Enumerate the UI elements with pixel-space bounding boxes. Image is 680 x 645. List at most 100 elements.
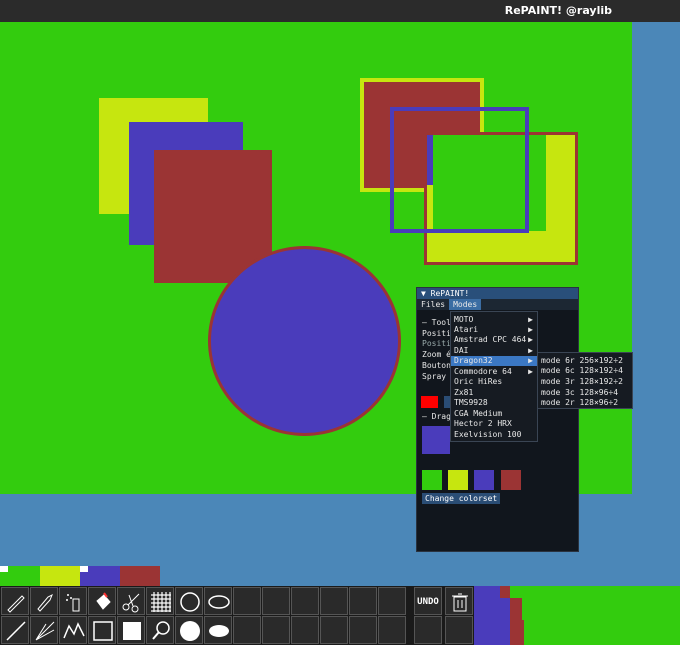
tool-empty-8[interactable] (262, 616, 290, 644)
ellipse-outline-icon (208, 595, 230, 609)
tool-rect-outline[interactable] (88, 616, 116, 644)
rectangle-outline-icon (93, 621, 113, 641)
submenu-arrow-icon: ▶ (528, 325, 533, 334)
tool-multiline[interactable] (30, 616, 58, 644)
tool-empty-5[interactable] (349, 587, 377, 615)
zoom-preview (474, 586, 680, 645)
tool-magnifier[interactable] (146, 616, 174, 644)
blue-circle (208, 246, 401, 436)
tool-empty-10[interactable] (320, 616, 348, 644)
window-title: RePAINT! @raylib (504, 4, 612, 17)
submode-6c[interactable]: mode 6c 128×192÷4 (541, 366, 623, 376)
panel-title-text: RePAINT! (430, 289, 470, 298)
panel-menubar: Files Modes (417, 299, 578, 310)
circle-filled-icon (180, 621, 200, 641)
selected-color-preview (422, 426, 450, 454)
circle-outline-icon (180, 592, 200, 612)
tool-brush[interactable] (30, 587, 58, 615)
tool-palette: UNDO (0, 586, 474, 645)
tool-ellipse-filled[interactable] (204, 616, 232, 644)
submenu-arrow-icon: ▶ (528, 367, 533, 376)
submenu-arrow-icon: ▶ (528, 335, 533, 344)
tool-empty-12[interactable] (378, 616, 406, 644)
mode-item-zx81[interactable]: Zx81 (451, 388, 537, 398)
mode-item-dai[interactable]: DAI ▶ (451, 346, 537, 356)
palette-strip-red[interactable] (120, 566, 160, 586)
brush-icon (37, 593, 53, 612)
mode-item-dragon32[interactable]: Dragon32 ▶ (451, 356, 537, 366)
bouton-line: Bouton (422, 361, 451, 370)
submode-3r[interactable]: mode 3r 128×192÷2 (541, 377, 623, 387)
tool-empty-11[interactable] (349, 616, 377, 644)
mode-item-oric[interactable]: Oric HiRes (451, 377, 537, 387)
mode-item-moto[interactable]: MOTO ▶ (451, 315, 537, 325)
tool-grid[interactable] (146, 587, 174, 615)
tool-ellipse-outline[interactable] (204, 587, 232, 615)
line-icon (6, 621, 26, 641)
zoom-line: Zoom é (422, 350, 451, 359)
blue-outline-square (390, 107, 529, 233)
grid-icon (151, 592, 171, 612)
tool-trash[interactable] (445, 587, 473, 615)
palette-yellow[interactable] (448, 470, 468, 490)
palette-selection-marker-2 (80, 566, 88, 572)
mode-item-cga[interactable]: CGA Medium (451, 409, 537, 419)
panel-title[interactable]: ▼ RePAINT! (417, 288, 578, 299)
tool-empty-13[interactable] (414, 616, 442, 644)
fill-bucket-icon (96, 592, 111, 610)
dragon32-submenu[interactable]: mode 6r 256×192÷2 mode 6c 128×192÷4 mode… (537, 352, 633, 409)
tool-empty-6[interactable] (378, 587, 406, 615)
tool-empty-1[interactable] (233, 587, 261, 615)
palette-red[interactable] (501, 470, 521, 490)
tool-empty-14[interactable] (445, 616, 473, 644)
section-drag: — Drag (422, 412, 451, 421)
change-colorset-button[interactable]: Change colorset (422, 493, 501, 504)
submenu-arrow-icon: ▶ (528, 356, 533, 365)
tool-empty-3[interactable] (291, 587, 319, 615)
tool-circle-filled[interactable] (175, 616, 203, 644)
submode-3c[interactable]: mode 3c 128×96÷4 (541, 388, 618, 398)
trash-icon (452, 593, 468, 612)
section-tool: — Tool (422, 318, 451, 327)
tool-circle-outline[interactable] (175, 587, 203, 615)
menu-files[interactable]: Files (417, 299, 449, 310)
window-titlebar: RePAINT! @raylib (0, 0, 680, 22)
rectangle-filled-icon (123, 622, 141, 640)
palette-selection-marker (0, 566, 8, 572)
palette-blue[interactable] (474, 470, 494, 490)
palette-green[interactable] (422, 470, 442, 490)
submode-6r[interactable]: mode 6r 256×192÷2 (541, 356, 623, 366)
tool-scissors[interactable] (117, 587, 145, 615)
mode-item-tms9928[interactable]: TMS9928 (451, 398, 537, 408)
tool-pencil[interactable] (1, 587, 29, 615)
tool-fill[interactable] (88, 587, 116, 615)
magnifier-icon (152, 621, 170, 640)
tool-spray[interactable] (59, 587, 87, 615)
tool-empty-4[interactable] (320, 587, 348, 615)
mode-item-atari[interactable]: Atari ▶ (451, 325, 537, 335)
palette-strip-yellow[interactable] (40, 566, 80, 586)
submenu-arrow-icon: ▶ (528, 315, 533, 324)
mode-item-commodore64[interactable]: Commodore 64 ▶ (451, 367, 537, 377)
scissors-icon (122, 593, 140, 613)
current-color-swatch[interactable] (421, 396, 438, 408)
mode-item-hector[interactable]: Hector 2 HRX (451, 419, 537, 429)
submode-2r[interactable]: mode 2r 128×96÷2 (541, 398, 618, 408)
mode-item-amstrad[interactable]: Amstrad CPC 464 ▶ (451, 335, 537, 345)
tool-polyline[interactable] (59, 616, 87, 644)
submenu-arrow-icon: ▶ (528, 346, 533, 355)
tool-line[interactable] (1, 616, 29, 644)
pencil-icon (7, 595, 25, 613)
multiline-icon (35, 621, 55, 641)
tool-empty-9[interactable] (291, 616, 319, 644)
ellipse-filled-icon (209, 625, 229, 637)
undo-button[interactable]: UNDO (414, 587, 442, 615)
tool-empty-2[interactable] (262, 587, 290, 615)
tool-rect-filled[interactable] (117, 616, 145, 644)
mode-item-exelvision[interactable]: Exelvision 100 (451, 430, 537, 440)
menu-modes[interactable]: Modes (449, 299, 482, 310)
polyline-icon (63, 622, 85, 639)
spray-icon (66, 594, 80, 612)
tool-empty-7[interactable] (233, 616, 261, 644)
modes-dropdown[interactable]: MOTO ▶ Atari ▶ Amstrad CPC 464 ▶ DAI ▶ Drago… (450, 311, 538, 442)
